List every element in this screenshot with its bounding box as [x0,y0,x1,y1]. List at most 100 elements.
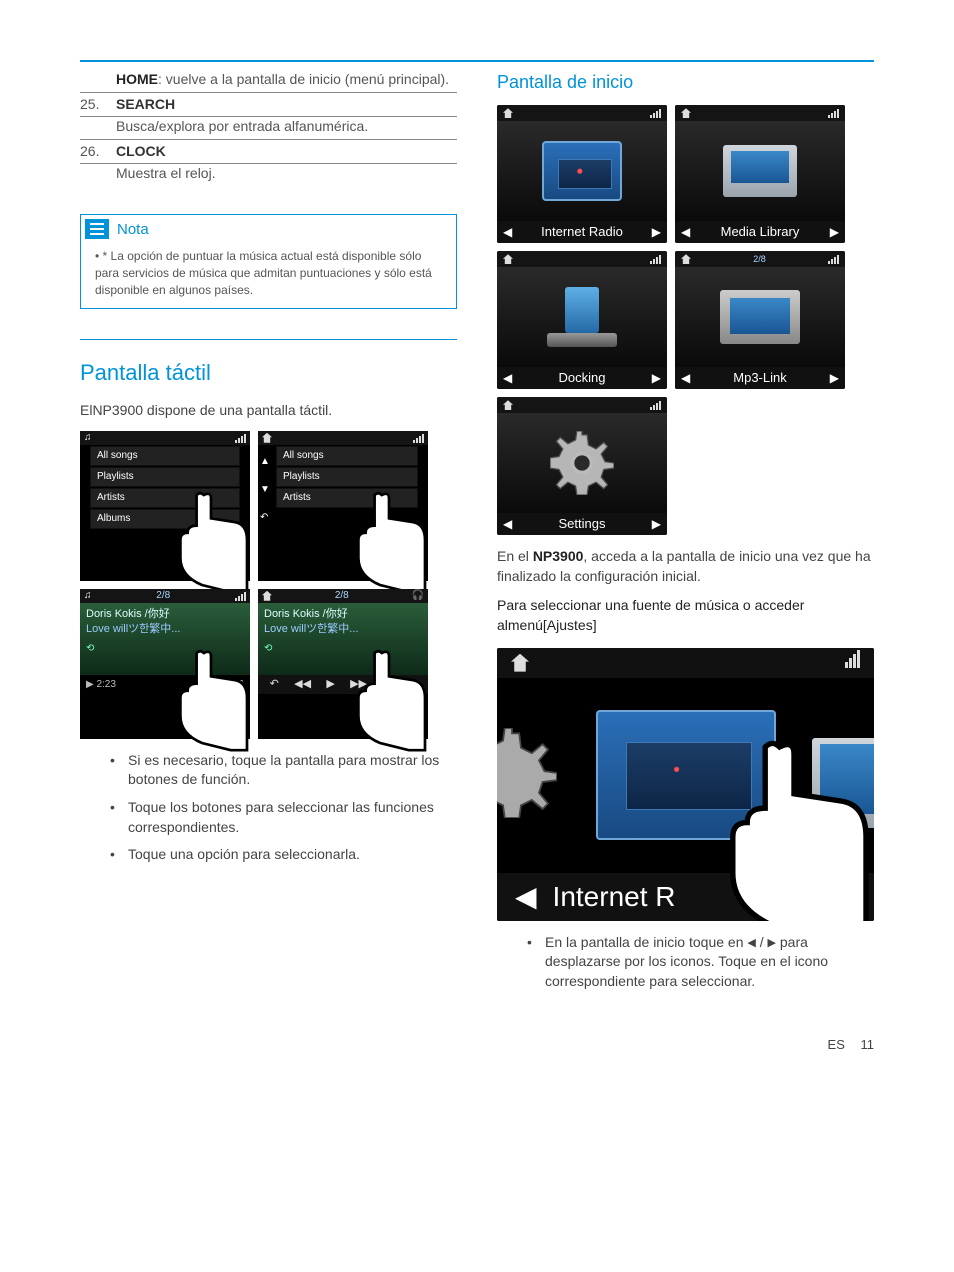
home-icon [262,433,272,443]
note-title: Nota [117,219,149,240]
music-icon: ♫ [84,589,92,603]
tile-label-bar: ◀ Media Library ▶ [675,221,845,243]
gear-icon [497,728,557,818]
page-footer: ES 11 [80,1036,874,1054]
tile-topbar: ♫ [80,431,250,445]
page-number: 11 [861,1037,875,1052]
right-column: Pantalla de inicio ◀ Internet Radio ▶ [497,70,874,1000]
tile-settings[interactable]: ◀ Settings ▶ [497,397,667,535]
list-num: 25. [80,95,116,115]
right-arrow-icon[interactable]: ▶ [652,516,661,533]
tile-topbar [675,105,845,121]
left-arrow-icon[interactable]: ◀ [681,370,690,387]
bullet-item: Toque una opción para seleccionarla. [110,845,457,865]
tile-topbar: ♫ 2/8 [80,589,250,603]
tile-name: Docking [559,369,606,387]
tile-label-bar: ◀ Mp3-Link ▶ [675,367,845,389]
home-icon [503,254,513,264]
tile-body [675,267,845,367]
tile-mp3-link[interactable]: 2/8 ◀ Mp3-Link ▶ [675,251,845,389]
menu-row[interactable]: Playlists [276,467,418,487]
tile-topbar [258,431,428,445]
laptop-icon [812,738,874,828]
shuffle-button[interactable]: ⚁ [382,677,392,692]
forward-button[interactable]: ▶▶ [350,677,367,692]
menu-row[interactable]: All songs [276,446,418,466]
section-heading-touch: Pantalla táctil [80,358,457,389]
laptop-icon [723,145,797,197]
tile-media-library[interactable]: ◀ Media Library ▶ [675,105,845,243]
bullet-item: Toque los botones para seleccionar las f… [110,798,457,837]
tile-topbar [497,251,667,267]
menu-row[interactable]: All songs [90,446,240,466]
tile-docking[interactable]: ◀ Docking ▶ [497,251,667,389]
dock-icon [547,287,617,347]
list-desc-clock: Muestra el reloj. [80,164,457,186]
track-title: Doris Kokis /你好 [86,607,244,622]
remaining-time: 46 [233,678,244,692]
radio-icon[interactable] [596,710,776,840]
two-column-layout: HOME: vuelve a la pantalla de inicio (me… [80,70,874,1000]
home-para-1: En el NP3900, acceda a la pantalla de in… [497,547,874,586]
home-icon [503,400,513,410]
right-arrow-icon[interactable]: ▶ [830,224,839,241]
left-arrow-icon[interactable]: ◀ [515,877,537,916]
home-description: HOME: vuelve a la pantalla de inicio (me… [80,70,457,93]
left-arrow-icon[interactable]: ◀ [503,370,512,387]
play-button[interactable]: ▶ [326,677,334,692]
left-column: HOME: vuelve a la pantalla de inicio (me… [80,70,457,1000]
bullet-item: Si es necesario, toque la pantalla para … [110,751,457,790]
right-arrow-icon[interactable]: ▶ [652,224,661,241]
home-icon [262,591,272,601]
play-screen-1: ♫ 2/8 Doris Kokis /你好 Love willツ한繁中... ⟲… [80,589,250,739]
signal-icon [650,400,661,410]
home-tiles-grid: ◀ Internet Radio ▶ ◀ Media Library ▶ [497,105,874,535]
mp3-icon [720,290,800,344]
track-title: Doris Kokis /你好 [264,607,422,622]
tile-body [675,121,845,221]
tile-topbar [497,105,667,121]
list-screen-1: ♫ All songs Playlists Artists Albums [80,431,250,581]
left-triangle-icon: ◀ [747,937,755,949]
lang-code: ES [828,1037,845,1052]
radio-icon [542,141,622,201]
signal-icon [828,108,839,118]
p1a: En el [497,548,533,564]
menu-row[interactable]: Albums [90,509,240,529]
left-arrow-icon[interactable]: ◀ [681,224,690,241]
tile-body [497,267,667,367]
bullet-item: En la pantalla de inicio toque en ◀ / ▶ … [527,933,874,992]
left-arrow-icon[interactable]: ◀ [503,224,512,241]
touch-bullets: Si es necesario, toque la pantalla para … [80,751,457,865]
rewind-button[interactable]: ◀◀ [294,677,311,692]
back-button[interactable]: ↶ [270,677,279,692]
tile-label-bar: ◀ Docking ▶ [497,367,667,389]
gear-icon [550,431,614,495]
list-num: 26. [80,142,116,162]
signal-icon [650,108,661,118]
list-screen-2: ▲▼↶ All songs Playlists Artists [258,431,428,581]
close-button[interactable]: ✕ [407,677,416,692]
note-header: Nota [81,215,456,242]
headphone-icon: 🎧 [412,589,424,603]
menu-row[interactable]: Playlists [90,467,240,487]
big-topbar [497,648,874,678]
tile-internet-radio[interactable]: ◀ Internet Radio ▶ [497,105,667,243]
big-label-bar: ◀ Internet R [497,873,874,921]
menu-row[interactable]: Artists [276,488,418,508]
right-arrow-icon[interactable]: ▶ [830,370,839,387]
track-subtitle: Love willツ한繁中... [86,622,244,637]
touch-screens-grid: ♫ All songs Playlists Artists Albums ▲▼↶… [80,431,457,739]
note-body: • * La opción de puntuar la música actua… [81,242,456,308]
page-indicator: 2/8 [156,589,170,603]
track-subtitle: Love willツ한繁中... [264,622,422,637]
signal-icon [235,433,246,443]
left-arrow-icon[interactable]: ◀ [503,516,512,533]
list-item-26: 26. CLOCK [80,140,457,165]
elapsed-time: ▶ 2:23 [86,678,116,692]
menu-row[interactable]: Artists [90,488,240,508]
right-arrow-icon[interactable]: ▶ [652,370,661,387]
signal-icon [650,254,661,264]
home-icon [681,108,691,118]
note-icon [85,219,109,239]
